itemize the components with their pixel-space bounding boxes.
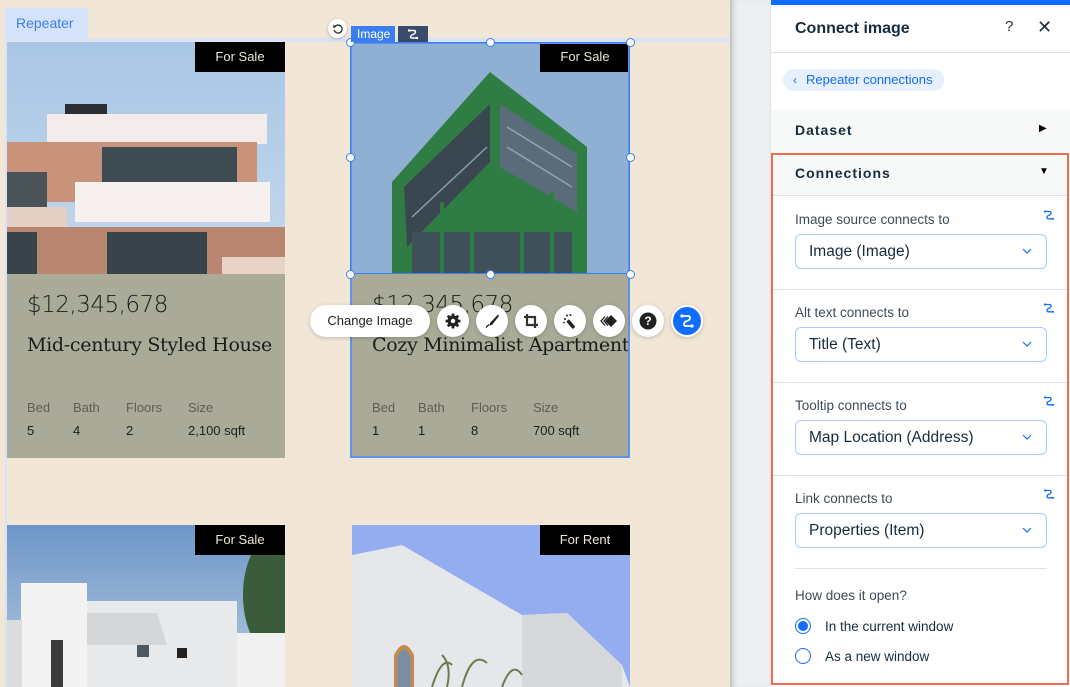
resize-handle-top[interactable] — [485, 37, 495, 47]
spec-bed: Bed 5 — [27, 400, 51, 438]
repeater-tag[interactable]: Repeater — [5, 8, 88, 38]
field-label: Alt text connects to — [795, 305, 910, 320]
link-dropdown[interactable]: Properties (Item) — [795, 513, 1047, 548]
element-connected-indicator[interactable] — [398, 26, 428, 42]
resize-handle-bottom-right[interactable] — [625, 269, 635, 279]
selected-element-label[interactable]: Image — [351, 26, 396, 42]
property-card[interactable]: For Rent — [352, 525, 630, 687]
spec-size: Size 700 sqft — [533, 400, 580, 438]
connect-data-icon[interactable] — [1043, 301, 1055, 319]
close-icon[interactable]: ✕ — [1037, 17, 1052, 38]
caret-down-icon: ▼ — [1039, 166, 1049, 177]
enhance-button[interactable] — [554, 305, 586, 337]
property-card[interactable]: For Sale $12,345,678 Cozy Minimalist Apa… — [352, 42, 630, 458]
chevron-down-icon — [1022, 527, 1032, 533]
help-icon[interactable]: ? — [1005, 18, 1013, 35]
green-tower-photo — [352, 42, 630, 274]
property-info: $12,345,678 Cozy Minimalist Apartment Be… — [352, 274, 630, 458]
resize-handle-bottom-left[interactable] — [345, 269, 355, 279]
section-label: Connections — [795, 165, 891, 181]
property-image[interactable]: For Sale — [352, 42, 630, 274]
connect-image-panel: Connect image ? ✕ ‹ Repeater connections … — [770, 0, 1070, 687]
svg-text:?: ? — [644, 314, 651, 328]
listing-status-badge: For Sale — [195, 525, 285, 555]
connect-data-icon — [407, 29, 419, 40]
connections-section-toggle[interactable]: Connections ▼ — [771, 153, 1070, 196]
spec-floors: Floors 2 — [126, 400, 163, 438]
design-brush-icon — [485, 314, 499, 328]
enhance-wand-icon — [563, 314, 575, 329]
rotate-button[interactable] — [328, 19, 347, 38]
chevron-down-icon — [1022, 434, 1032, 440]
connections-highlight-frame — [771, 153, 1069, 685]
canvas-gutter — [730, 0, 770, 687]
spec-bath: Bath 4 — [73, 400, 100, 438]
radio-button-selected[interactable] — [795, 618, 811, 634]
connect-data-button[interactable] — [671, 305, 703, 337]
property-image[interactable]: For Sale — [7, 42, 285, 274]
property-info: $12,345,678 Mid-century Styled House Bed… — [7, 274, 285, 458]
crop-button[interactable] — [515, 305, 547, 337]
connect-data-icon[interactable] — [1043, 394, 1055, 412]
property-card[interactable]: For Sale — [7, 525, 285, 687]
property-image[interactable]: For Sale — [7, 525, 285, 687]
animation-icon — [600, 315, 617, 327]
connect-data-icon — [680, 314, 694, 328]
tooltip-dropdown[interactable]: Map Location (Address) — [795, 420, 1047, 455]
caret-right-icon: ▶ — [1039, 123, 1047, 134]
editor-canvas[interactable]: Repeater For Sale $12,345,678 Mid-centur… — [0, 0, 730, 687]
repeater-connections-back-button[interactable]: ‹ Repeater connections — [783, 69, 945, 91]
open-current-window-option[interactable]: In the current window — [795, 618, 953, 634]
divider — [771, 475, 1070, 476]
dataset-section-toggle[interactable]: Dataset ▶ — [771, 110, 1070, 153]
change-image-button[interactable]: Change Image — [310, 305, 430, 337]
spec-bed: Bed 1 — [372, 400, 396, 438]
help-button[interactable]: ? — [632, 305, 664, 337]
property-title: Cozy Minimalist Apartment — [372, 334, 630, 356]
property-image[interactable]: For Rent — [352, 525, 630, 687]
modern-house-photo — [7, 42, 285, 274]
spec-size: Size 2,100 sqft — [188, 400, 246, 438]
field-label: Tooltip connects to — [795, 398, 907, 413]
panel-title: Connect image — [795, 20, 910, 37]
divider — [795, 568, 1047, 569]
help-icon: ? — [639, 312, 657, 330]
chevron-left-icon: ‹ — [793, 73, 797, 87]
open-mode-label: How does it open? — [795, 588, 907, 603]
property-title: Mid-century Styled House — [27, 334, 272, 356]
crop-icon — [524, 314, 538, 328]
settings-icon — [445, 313, 461, 329]
radio-button[interactable] — [795, 648, 811, 664]
alt-text-dropdown[interactable]: Title (Text) — [795, 327, 1047, 362]
property-card[interactable]: For Sale $12,345,678 Mid-century Styled … — [7, 42, 285, 458]
section-label: Dataset — [795, 122, 853, 138]
divider — [771, 382, 1070, 383]
design-button[interactable] — [476, 305, 508, 337]
spec-floors: Floors 8 — [471, 400, 508, 438]
listing-status-badge: For Sale — [540, 42, 630, 72]
listing-status-badge: For Sale — [195, 42, 285, 72]
open-new-window-option[interactable]: As a new window — [795, 648, 929, 664]
image-source-dropdown[interactable]: Image (Image) — [795, 234, 1047, 269]
back-link-label: Repeater connections — [806, 72, 933, 87]
animation-button[interactable] — [593, 305, 625, 337]
rotate-icon — [332, 23, 343, 34]
connect-data-icon[interactable] — [1043, 487, 1055, 505]
panel-header: Connect image ? ✕ — [771, 5, 1070, 53]
resize-handle-left[interactable] — [345, 152, 355, 162]
property-price: $12,345,678 — [27, 292, 168, 318]
chevron-down-icon — [1022, 248, 1032, 254]
resize-handle-bottom[interactable] — [485, 269, 495, 279]
field-label: Image source connects to — [795, 212, 950, 227]
settings-button[interactable] — [437, 305, 469, 337]
resize-handle-right[interactable] — [625, 152, 635, 162]
spec-bath: Bath 1 — [418, 400, 445, 438]
connect-data-icon[interactable] — [1043, 208, 1055, 226]
listing-status-badge: For Rent — [540, 525, 630, 555]
divider — [771, 289, 1070, 290]
chevron-down-icon — [1022, 341, 1032, 347]
field-label: Link connects to — [795, 491, 893, 506]
resize-handle-top-right[interactable] — [625, 37, 635, 47]
